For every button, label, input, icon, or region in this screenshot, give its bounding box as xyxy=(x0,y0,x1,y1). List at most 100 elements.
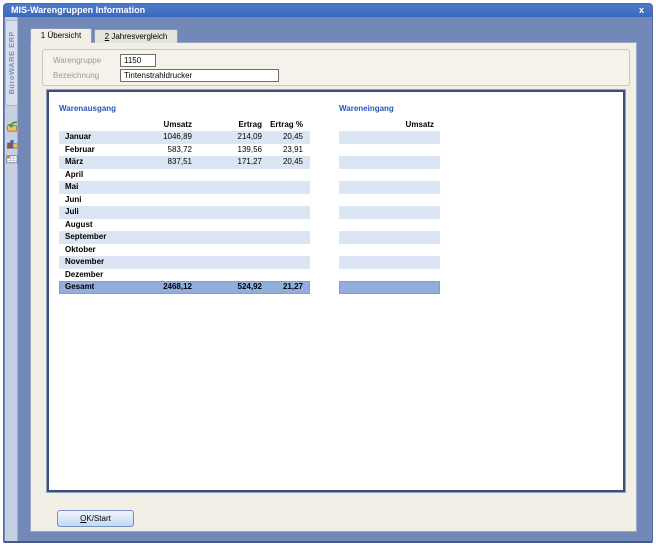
cell-month: August xyxy=(59,219,132,232)
cell-umsatz: 2468,12 xyxy=(132,281,192,294)
incoming-month-row xyxy=(339,206,440,219)
outgoing-month-row: Juni xyxy=(59,194,310,207)
cell-in-umsatz xyxy=(339,269,434,282)
cell-umsatz: 1046,89 xyxy=(132,131,192,144)
outgoing-month-row: März837,51171,2720,45 xyxy=(59,156,310,169)
cell-in-umsatz xyxy=(339,156,434,169)
cell-month: Januar xyxy=(59,131,132,144)
outgoing-col-ertrag: Ertrag xyxy=(192,119,262,132)
incoming-rows xyxy=(339,131,440,294)
cell-in-umsatz xyxy=(339,281,434,294)
tab-page-uebersicht: Warengruppe Bezeichnung Warenausgang War… xyxy=(30,42,637,532)
outgoing-col-umsatz: Umsatz xyxy=(132,119,192,132)
incoming-col-umsatz: Umsatz xyxy=(339,119,434,132)
incoming-month-row xyxy=(339,231,440,244)
incoming-month-row xyxy=(339,219,440,232)
outgoing-month-row: November xyxy=(59,256,310,269)
cell-ertrag-pct: 20,45 xyxy=(262,131,303,144)
cell-ertrag-pct: 20,45 xyxy=(262,156,303,169)
cell-ertrag xyxy=(192,256,262,269)
cell-umsatz: 583,72 xyxy=(132,144,192,157)
cell-umsatz xyxy=(132,194,192,207)
cell-ertrag xyxy=(192,169,262,182)
chart-statistics-icon[interactable] xyxy=(6,137,18,149)
titlebar: MIS-Warengruppen Information x xyxy=(4,4,652,17)
cell-month: Dezember xyxy=(59,269,132,282)
cell-month: Februar xyxy=(59,144,132,157)
cell-month: Mai xyxy=(59,181,132,194)
outgoing-month-row: Oktober xyxy=(59,244,310,257)
cell-ertrag-pct xyxy=(262,231,303,244)
cell-month: September xyxy=(59,231,132,244)
cell-ertrag xyxy=(192,194,262,207)
incoming-month-row xyxy=(339,169,440,182)
cell-month: Gesamt xyxy=(59,281,132,294)
outgoing-rows: Januar1046,89214,0920,45Februar583,72139… xyxy=(59,131,310,294)
warengruppe-row: Warengruppe xyxy=(43,54,629,67)
form-group: Warengruppe Bezeichnung xyxy=(42,49,630,86)
window-body: BüroWARE ERP 1 Übersicht xyxy=(4,17,653,543)
cell-umsatz xyxy=(132,256,192,269)
brand-text: BüroWARE ERP xyxy=(7,31,16,95)
cell-in-umsatz xyxy=(339,181,434,194)
cell-umsatz xyxy=(132,231,192,244)
outgoing-col-month xyxy=(59,119,132,132)
bezeichnung-input[interactable] xyxy=(120,69,279,82)
incoming-month-row xyxy=(339,131,440,144)
tab-uebersicht[interactable]: 1 Übersicht xyxy=(30,28,92,43)
warengruppe-input[interactable] xyxy=(120,54,156,67)
cell-umsatz xyxy=(132,206,192,219)
cell-ertrag: 171,27 xyxy=(192,156,262,169)
outgoing-month-row: Dezember xyxy=(59,269,310,282)
cell-month: Oktober xyxy=(59,244,132,257)
cell-umsatz xyxy=(132,269,192,282)
outgoing-month-row: Februar583,72139,5623,91 xyxy=(59,144,310,157)
incoming-header-row: Umsatz xyxy=(339,119,440,132)
incoming-month-row xyxy=(339,244,440,257)
cell-in-umsatz xyxy=(339,219,434,232)
cell-month: November xyxy=(59,256,132,269)
incoming-month-row xyxy=(339,181,440,194)
outgoing-month-row: Mai xyxy=(59,181,310,194)
cell-ertrag: 524,92 xyxy=(192,281,262,294)
window-title: MIS-Warengruppen Information xyxy=(11,4,145,17)
incoming-month-row xyxy=(339,194,440,207)
cell-ertrag-pct xyxy=(262,169,303,182)
outgoing-month-row: Januar1046,89214,0920,45 xyxy=(59,131,310,144)
cell-in-umsatz xyxy=(339,231,434,244)
outgoing-month-row: April xyxy=(59,169,310,182)
outgoing-header-row: Umsatz Ertrag Ertrag % xyxy=(59,119,310,132)
cell-ertrag: 139,56 xyxy=(192,144,262,157)
cell-in-umsatz xyxy=(339,244,434,257)
cell-ertrag xyxy=(192,219,262,232)
cell-ertrag-pct xyxy=(262,269,303,282)
ok-start-button[interactable]: OK/Start xyxy=(57,510,134,527)
folder-import-icon[interactable] xyxy=(6,121,18,133)
brand-vertical-label: BüroWARE ERP xyxy=(5,20,18,106)
cell-month: April xyxy=(59,169,132,182)
incoming-month-row xyxy=(339,256,440,269)
table-grid-icon[interactable] xyxy=(6,153,18,165)
cell-ertrag xyxy=(192,181,262,194)
cell-ertrag-pct xyxy=(262,244,303,257)
cell-ertrag-pct xyxy=(262,194,303,207)
cell-month: Juni xyxy=(59,194,132,207)
close-icon[interactable]: x xyxy=(639,4,644,17)
outgoing-month-row: Juli xyxy=(59,206,310,219)
cell-ertrag xyxy=(192,269,262,282)
cell-ertrag-pct xyxy=(262,181,303,194)
cell-ertrag xyxy=(192,231,262,244)
cell-in-umsatz xyxy=(339,144,434,157)
cell-in-umsatz xyxy=(339,169,434,182)
outgoing-month-row: August xyxy=(59,219,310,232)
cell-ertrag xyxy=(192,244,262,257)
wareneingang-title: Wareneingang xyxy=(339,104,394,113)
cell-ertrag: 214,09 xyxy=(192,131,262,144)
cell-umsatz xyxy=(132,244,192,257)
warenausgang-title: Warenausgang xyxy=(59,104,116,113)
incoming-month-row xyxy=(339,156,440,169)
tab-jahresvergleich[interactable]: 2 Jahresvergleich xyxy=(94,29,178,43)
cell-month: März xyxy=(59,156,132,169)
outgoing-col-ertrag-pct: Ertrag % xyxy=(262,119,303,132)
sidebar: BüroWARE ERP xyxy=(5,17,18,543)
